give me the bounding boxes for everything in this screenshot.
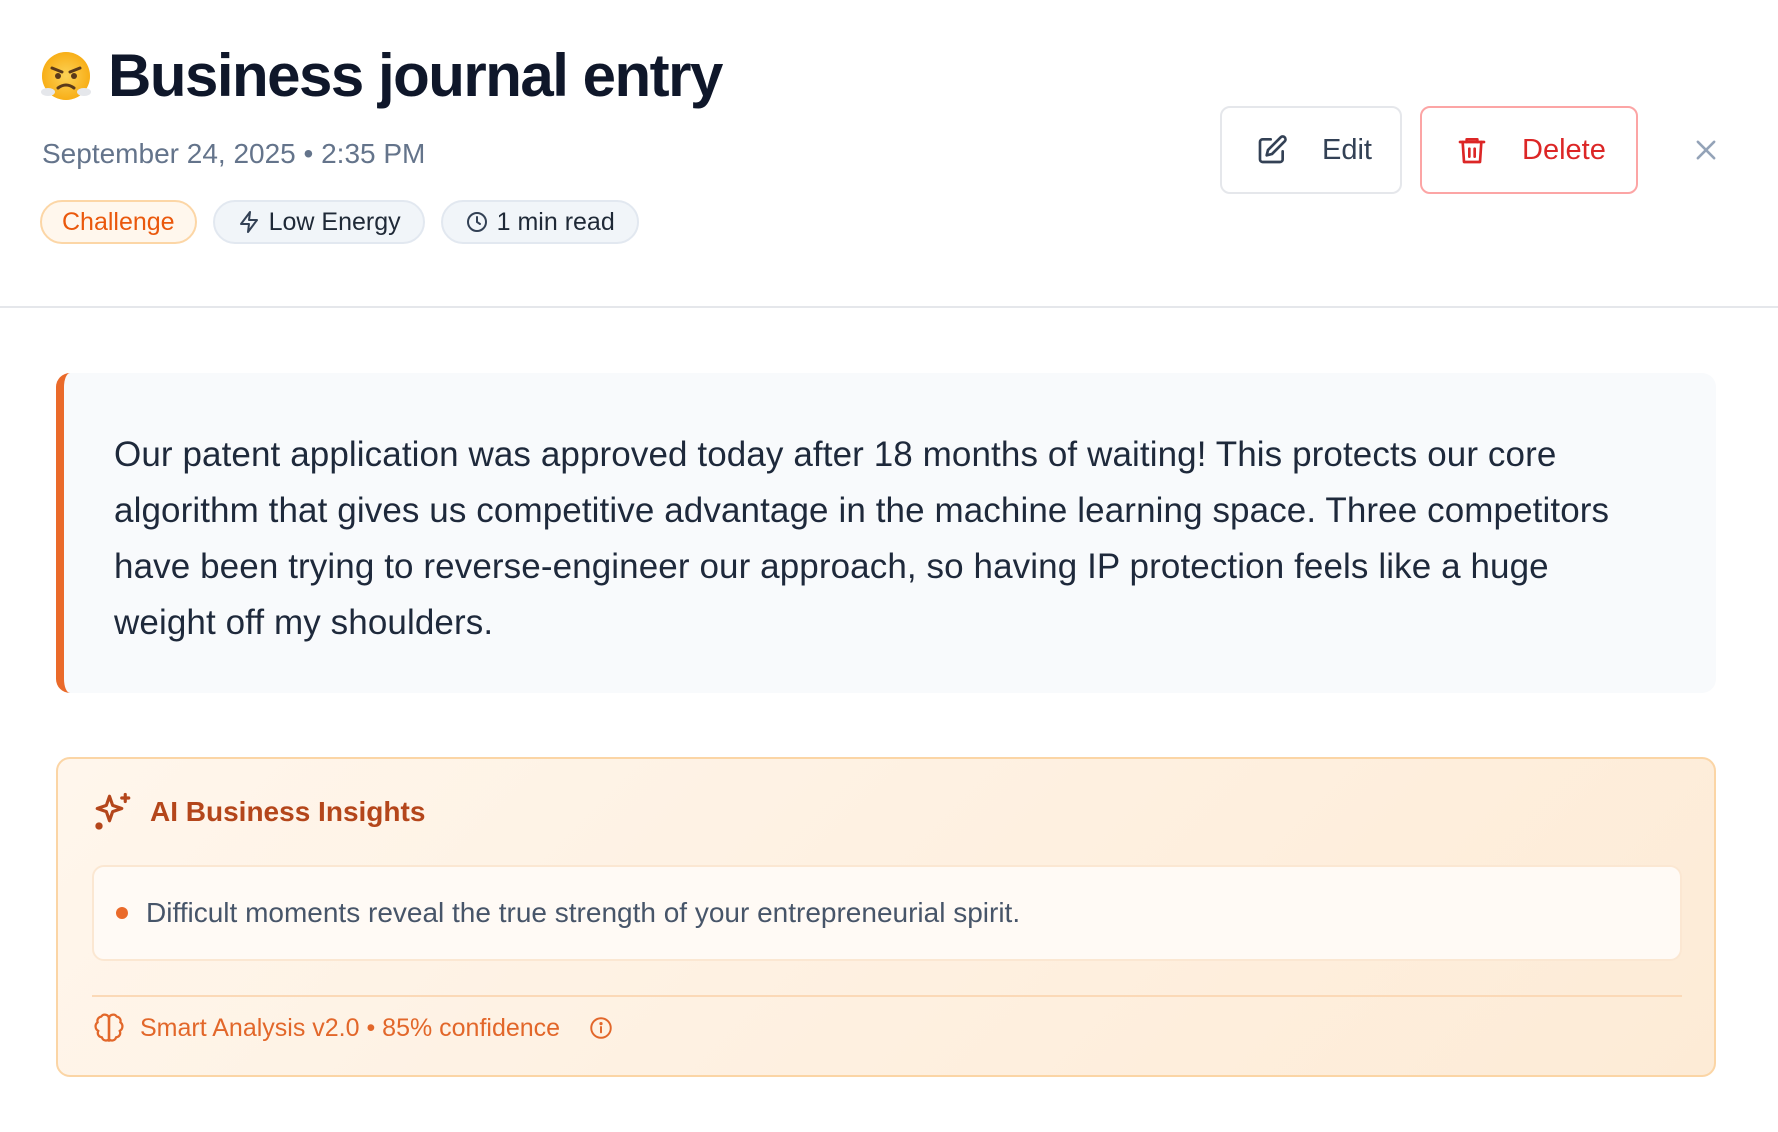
entry-date: September 24, 2025 • 2:35 PM xyxy=(42,138,426,169)
edit-button[interactable]: Edit xyxy=(1220,106,1402,194)
page-title: Business journal entry xyxy=(108,42,723,109)
insight-text: Difficult moments reveal the true streng… xyxy=(146,897,1021,928)
brain-icon xyxy=(94,1013,124,1042)
info-icon[interactable] xyxy=(588,1015,614,1041)
entry-text: Our patent application was approved toda… xyxy=(114,435,1610,642)
ai-insights-panel: AI Business Insights Difficult moments r… xyxy=(56,757,1716,1077)
delete-label: Delete xyxy=(1522,133,1606,166)
tag-label: Challenge xyxy=(62,207,175,236)
delete-button[interactable]: Delete xyxy=(1420,106,1638,194)
insight-item: Difficult moments reveal the true streng… xyxy=(92,865,1682,961)
tag-challenge: Challenge xyxy=(40,200,197,244)
insights-header: AI Business Insights xyxy=(92,791,425,833)
journal-entry-modal: Business journal entry September 24, 202… xyxy=(0,0,1778,1132)
sparkles-icon xyxy=(95,792,131,830)
tag-read-time: 1 min read xyxy=(440,200,639,244)
edit-label: Edit xyxy=(1322,133,1372,166)
angry-face-emoji-icon xyxy=(41,52,91,100)
close-icon xyxy=(1696,140,1716,160)
entry-header: Business journal entry September 24, 202… xyxy=(0,0,1778,308)
entry-actions: Edit Delete xyxy=(1220,106,1738,194)
close-button[interactable] xyxy=(1674,118,1738,182)
entry-content: Our patent application was approved toda… xyxy=(56,373,1716,693)
title-row: Business journal entry xyxy=(40,38,723,114)
insights-divider xyxy=(92,995,1682,997)
lightning-icon xyxy=(239,211,258,233)
analysis-meta: Smart Analysis v2.0 • 85% confidence xyxy=(140,1013,561,1042)
tag-energy: Low Energy xyxy=(212,200,425,244)
tag-label: Low Energy xyxy=(268,207,401,236)
trash-icon xyxy=(1458,138,1486,164)
clock-icon xyxy=(466,212,487,232)
insights-title: AI Business Insights xyxy=(150,796,426,827)
edit-icon xyxy=(1258,135,1287,164)
bullet-icon xyxy=(116,907,128,919)
tag-label: 1 min read xyxy=(496,207,615,236)
insights-footer: Smart Analysis v2.0 • 85% confidence xyxy=(92,1011,614,1045)
entry-tags: Challenge Low Energy 1 min read xyxy=(40,200,639,244)
